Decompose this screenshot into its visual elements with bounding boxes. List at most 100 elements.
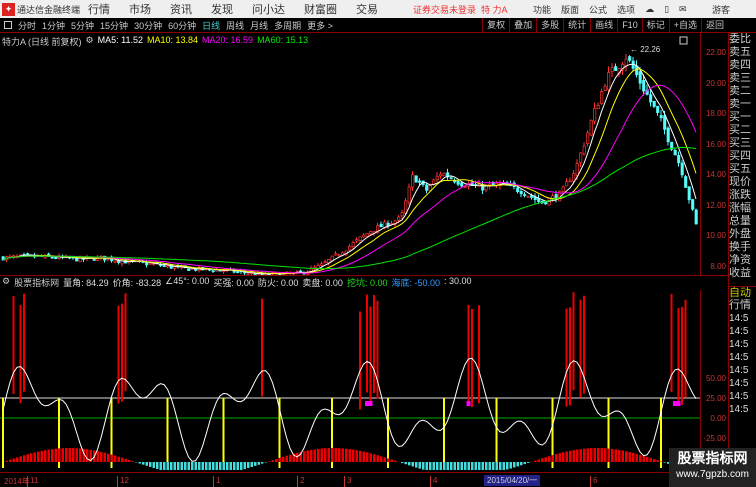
panel-toggle-icon[interactable]	[679, 36, 688, 45]
period-tab[interactable]: 分时	[18, 19, 36, 32]
histogram-bar	[338, 448, 341, 462]
period-tab[interactable]: 多周期	[274, 19, 301, 32]
tool-button[interactable]: 叠加	[509, 18, 536, 33]
candle	[54, 257, 58, 260]
tick-time: 14:5	[729, 339, 749, 350]
histogram-bar	[369, 453, 372, 462]
histogram-bar	[26, 454, 29, 462]
candle	[582, 145, 586, 155]
period-tab[interactable]: 60分钟	[168, 19, 196, 32]
candle	[628, 56, 632, 61]
tool-button[interactable]: 画线	[590, 18, 617, 33]
histogram-bar	[12, 458, 15, 462]
histogram-bar	[219, 462, 222, 470]
time-tick: 3	[344, 476, 351, 487]
histogram-bar	[96, 451, 99, 462]
histogram-bar	[215, 462, 218, 470]
tool-button[interactable]: 多股	[536, 18, 563, 33]
histogram-bar	[460, 462, 463, 470]
tick-time: 14:5	[729, 378, 749, 389]
histogram-bar	[184, 462, 187, 470]
tool-button[interactable]: 返回	[700, 18, 728, 33]
histogram-bar	[534, 460, 537, 462]
histogram-bar	[198, 462, 201, 470]
histogram-bar	[345, 448, 348, 462]
histogram-bar	[247, 462, 250, 469]
period-tab[interactable]: 30分钟	[134, 19, 162, 32]
histogram-bar	[558, 453, 561, 462]
user-guest[interactable]: 游客	[712, 3, 730, 16]
period-tab[interactable]: 月线	[250, 19, 268, 32]
menu-trade[interactable]: 交易	[356, 1, 378, 17]
chart-title-row: 特力A (日线 前复权) ⚙ MA5: 11.52 MA10: 13.84 MA…	[2, 35, 308, 48]
menu-ask[interactable]: 问小达	[252, 1, 285, 17]
menu-news[interactable]: 资讯	[170, 1, 192, 17]
tool-button[interactable]: 统计	[563, 18, 590, 33]
time-tick: 1	[213, 476, 220, 487]
tool-button[interactable]: 标记	[641, 18, 669, 33]
candle	[463, 186, 467, 188]
histogram-bar	[100, 451, 103, 462]
period-tab-more[interactable]: 更多 >	[307, 19, 333, 32]
panel-toggle-button[interactable]	[4, 21, 12, 29]
price-axis-label: 12.00	[705, 200, 726, 210]
histogram-bar	[527, 462, 530, 463]
histogram-bar	[404, 462, 407, 465]
menu-layout[interactable]: 版面	[561, 3, 579, 16]
signal-bar	[23, 293, 25, 392]
menu-function[interactable]: 功能	[533, 3, 551, 16]
candle	[449, 177, 453, 180]
histogram-bar	[544, 457, 547, 462]
menu-discover[interactable]: 发现	[211, 1, 233, 17]
price-chart[interactable]: ← 22.26← 6.54	[0, 33, 700, 276]
menu-wealth[interactable]: 财富圈	[304, 1, 337, 17]
tool-button[interactable]: F10	[617, 18, 642, 33]
price-axis-label: 18.00	[705, 109, 726, 119]
period-tab[interactable]: 5分钟	[71, 19, 94, 32]
phone-icon[interactable]: ▯	[664, 4, 669, 15]
histogram-bar	[229, 462, 232, 470]
histogram-bar	[450, 462, 453, 470]
histogram-bar	[285, 455, 288, 462]
period-toolbar: 分时 1分钟 5分钟 15分钟 30分钟 60分钟 日线 周线 月线 多周期 更…	[0, 18, 756, 33]
settings-icon[interactable]: ⚙	[86, 35, 94, 48]
quote-field-label: 涨跌	[729, 189, 751, 201]
login-status[interactable]: 证券交易未登录 特 力A	[413, 3, 508, 16]
tool-button[interactable]: 复权	[482, 18, 509, 33]
histogram-bar	[600, 448, 603, 462]
signal-bar	[373, 294, 375, 393]
time-tick: 2	[297, 476, 304, 487]
histogram-bar	[383, 457, 386, 462]
histogram-bar	[618, 449, 621, 462]
histogram-bar	[432, 462, 435, 470]
period-tab[interactable]: 1分钟	[42, 19, 65, 32]
menu-options[interactable]: 选项	[617, 3, 635, 16]
menu-quotes[interactable]: 行情	[88, 1, 110, 17]
menu-market[interactable]: 市场	[129, 1, 151, 17]
histogram-bar	[656, 460, 659, 462]
histogram-bar	[222, 462, 225, 470]
message-icon[interactable]: ✉	[679, 4, 687, 15]
period-tab[interactable]: 15分钟	[100, 19, 128, 32]
menu-formula[interactable]: 公式	[589, 3, 607, 16]
histogram-bar	[555, 454, 558, 462]
candle	[236, 271, 240, 274]
histogram-bar	[541, 458, 544, 462]
quote-field-label: 现价	[729, 176, 751, 188]
histogram-bar	[58, 448, 61, 462]
quote-field-label: 收益	[729, 267, 751, 279]
indicator-chart[interactable]	[0, 290, 700, 470]
candle	[579, 152, 583, 163]
tool-button[interactable]: +自选	[668, 18, 701, 33]
cloud-icon[interactable]: ☁	[645, 4, 654, 15]
histogram-bar	[313, 449, 316, 462]
candle	[425, 184, 429, 191]
period-tab[interactable]: 周线	[226, 19, 244, 32]
cursor-date: 2015/04/20/一	[484, 475, 541, 486]
histogram-bar	[576, 449, 579, 462]
signal-bar	[681, 306, 683, 405]
histogram-bar	[233, 462, 236, 470]
quote-field-label: 买四	[729, 150, 751, 162]
settings-icon[interactable]: ⚙	[2, 276, 10, 289]
period-tab-daily[interactable]: 日线	[202, 19, 220, 32]
